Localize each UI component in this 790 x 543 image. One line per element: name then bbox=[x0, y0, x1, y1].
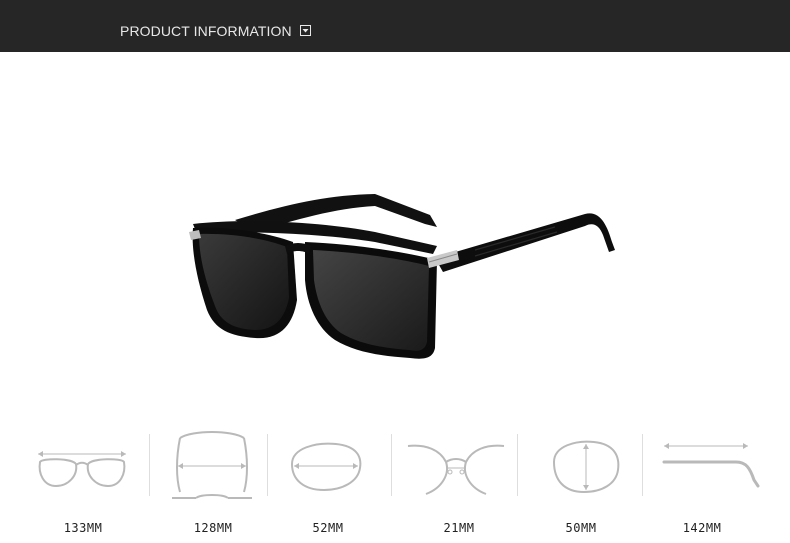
dimension-label: 128MM bbox=[193, 521, 233, 535]
section-header: PRODUCT INFORMATION bbox=[0, 0, 790, 52]
chevron-down-icon[interactable] bbox=[300, 25, 311, 36]
dimension-label: 142MM bbox=[682, 521, 722, 535]
section-title: PRODUCT INFORMATION bbox=[120, 23, 292, 39]
divider bbox=[517, 434, 518, 496]
divider bbox=[391, 434, 392, 496]
lens-width-icon bbox=[290, 442, 362, 492]
dimension-label: 52MM bbox=[312, 521, 344, 535]
divider bbox=[642, 434, 643, 496]
bridge-width-icon bbox=[407, 444, 505, 495]
lens-height-icon bbox=[552, 440, 620, 494]
divider bbox=[149, 434, 150, 496]
temple-length-icon bbox=[662, 443, 760, 488]
dimension-label: 133MM bbox=[63, 521, 103, 535]
dimension-label: 21MM bbox=[443, 521, 475, 535]
total-width-icon bbox=[38, 451, 126, 488]
divider bbox=[267, 434, 268, 496]
frame-width-icon bbox=[172, 431, 252, 499]
sunglasses-image bbox=[189, 194, 615, 359]
dimensions-panel bbox=[18, 424, 768, 504]
dimension-label: 50MM bbox=[565, 521, 597, 535]
